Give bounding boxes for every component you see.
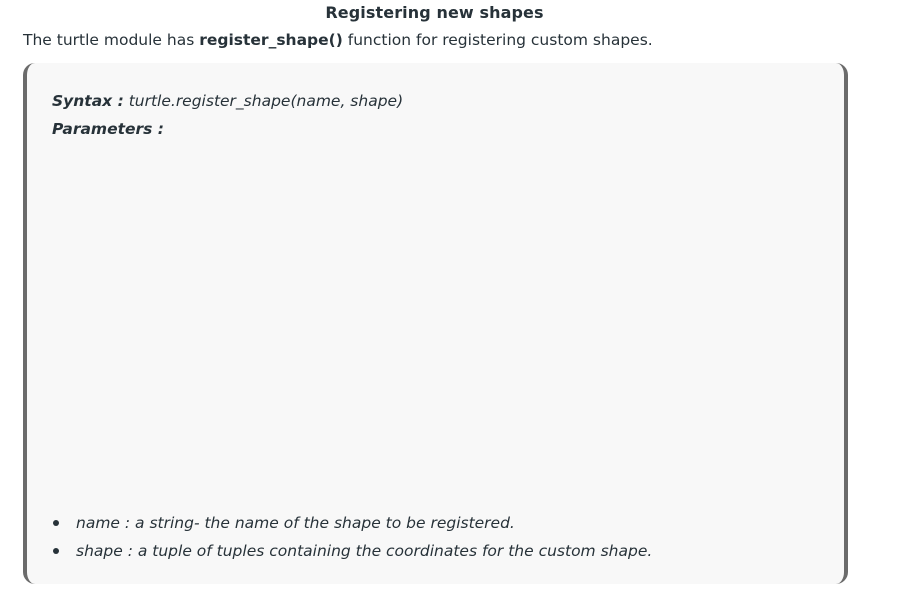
intro-prefix: The turtle module has (23, 31, 200, 49)
syntax-value: turtle.register_shape(name, shape) (123, 92, 404, 110)
parameter-list: name : a string- the name of the shape t… (52, 513, 652, 569)
section-heading: Registering new shapes (325, 3, 544, 22)
syntax-box: Syntax : turtle.register_shape(name, sha… (23, 63, 848, 584)
intro-paragraph: The turtle module has register_shape() f… (23, 31, 653, 49)
function-name: register_shape() (199, 31, 343, 49)
parameters-label: Parameters : (52, 120, 164, 138)
syntax-label: Syntax : (52, 92, 124, 110)
parameter-text: shape : a tuple of tuples containing the… (76, 542, 653, 560)
list-item: shape : a tuple of tuples containing the… (52, 541, 652, 569)
list-item: name : a string- the name of the shape t… (52, 513, 652, 541)
bullet-icon (53, 520, 59, 526)
bullet-icon (53, 548, 59, 554)
article-section: Registering new shapes The turtle module… (0, 0, 919, 605)
intro-suffix: function for registering custom shapes. (342, 31, 653, 49)
syntax-line: Syntax : turtle.register_shape(name, sha… (52, 92, 403, 110)
parameter-text: name : a string- the name of the shape t… (76, 514, 515, 532)
